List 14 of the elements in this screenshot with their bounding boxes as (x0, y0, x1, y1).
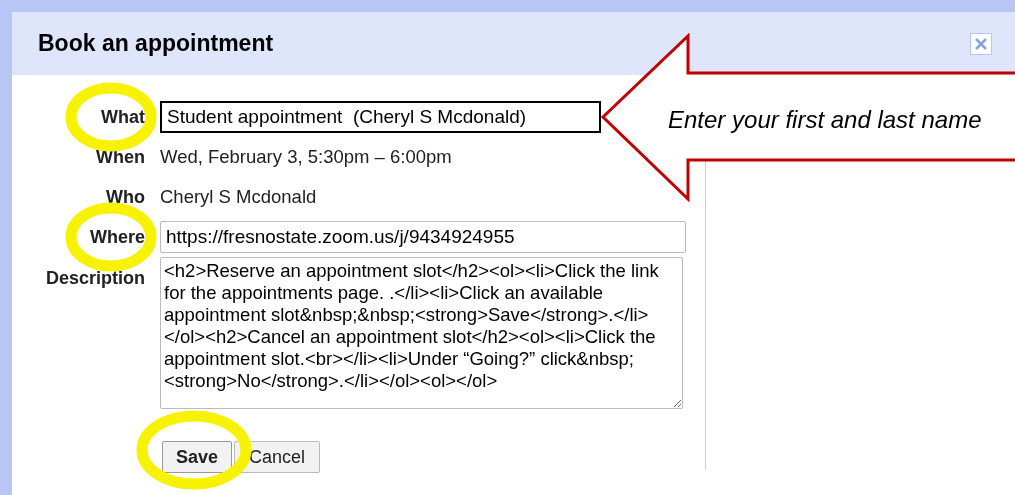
field-label: What (100, 105, 145, 129)
field-label: When (95, 145, 145, 169)
field-label: Where (89, 225, 145, 249)
callout-text: Enter your first and last name (668, 105, 982, 135)
input-field[interactable]: Student appointment (Cheryl S Mcdonald) (160, 101, 601, 133)
input-field[interactable]: https://fresnostate.zoom.us/j/9434924955 (160, 221, 686, 253)
dialog-title: Book an appointment (38, 29, 274, 59)
field-value: Wed, February 3, 5:30pm – 6:00pm (160, 145, 452, 170)
description-field[interactable]: <h2>Reserve an appointment slot</h2><ol><li>Click the link for the appointments page. .</li><li>Click an available appointment slot&nbsp;&nbsp;<strong>Save</strong>.</li></ol><h2>Cancel an appointment slot</h2><ol><li>Click the appointment slot.<br></li><li>Under “Going?” click&nbsp;<strong>No</strong>.</li></ol><ol></ol> (160, 257, 683, 409)
save-button[interactable]: Save (162, 441, 232, 473)
field-value: Cheryl S Mcdonald (160, 185, 317, 210)
close-icon[interactable] (970, 32, 992, 55)
field-label: Description (44, 267, 145, 290)
field-label: Who (105, 185, 145, 209)
